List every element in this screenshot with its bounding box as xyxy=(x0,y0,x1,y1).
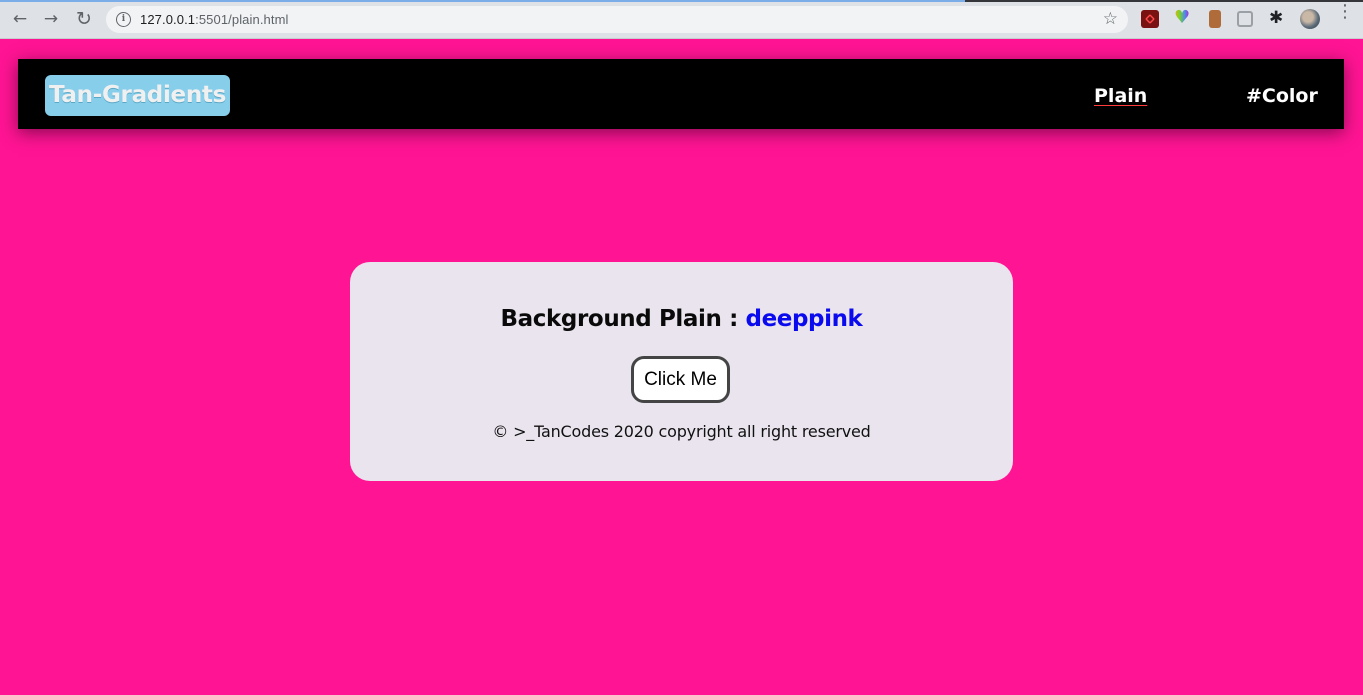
url-path: :5501/plain.html xyxy=(195,12,289,27)
bookmark-star-icon[interactable]: ☆ xyxy=(1103,9,1118,29)
color-name: deeppink xyxy=(745,306,863,332)
reload-icon[interactable]: ↻ xyxy=(73,8,95,30)
url-text[interactable]: 127.0.0.1:5501/plain.html xyxy=(140,12,289,27)
site-info-icon[interactable]: i xyxy=(116,12,131,27)
tab-strip-edge-dark xyxy=(965,0,1363,2)
forward-arrow-icon[interactable]: → xyxy=(40,8,62,30)
navbar: Tan-Gradients Plain #Color xyxy=(18,59,1344,129)
click-me-button[interactable]: Click Me xyxy=(631,356,730,403)
pdf-extension-icon[interactable] xyxy=(1141,10,1159,28)
browser-toolbar: ← → ↻ i 127.0.0.1:5501/plain.html ☆ ✱ ⋮ xyxy=(0,0,1363,39)
tower-extension-icon[interactable] xyxy=(1237,11,1253,27)
puzzle-icon[interactable]: ✱ xyxy=(1269,8,1289,28)
door-extension-icon[interactable] xyxy=(1209,10,1221,28)
back-arrow-icon[interactable]: ← xyxy=(9,8,31,30)
copyright-footer: © >_TanCodes 2020 copyright all right re… xyxy=(492,422,871,441)
card-title: Background Plain : deeppink xyxy=(350,304,1013,334)
nav-link-color[interactable]: #Color xyxy=(1246,84,1318,108)
brand-logo[interactable]: Tan-Gradients xyxy=(45,75,231,116)
color-heart-extension-icon[interactable] xyxy=(1173,7,1191,28)
nav-link-plain[interactable]: Plain xyxy=(1094,84,1147,108)
address-bar[interactable]: i 127.0.0.1:5501/plain.html ☆ xyxy=(106,6,1128,33)
browser-menu-icon[interactable]: ⋮ xyxy=(1336,3,1354,21)
url-host: 127.0.0.1 xyxy=(140,12,196,27)
profile-avatar[interactable] xyxy=(1300,9,1320,29)
content-card: Background Plain : deeppink Click Me © >… xyxy=(350,262,1013,481)
page-viewport: Tan-Gradients Plain #Color Background Pl… xyxy=(0,39,1363,695)
title-prefix: Background Plain : xyxy=(500,306,746,332)
